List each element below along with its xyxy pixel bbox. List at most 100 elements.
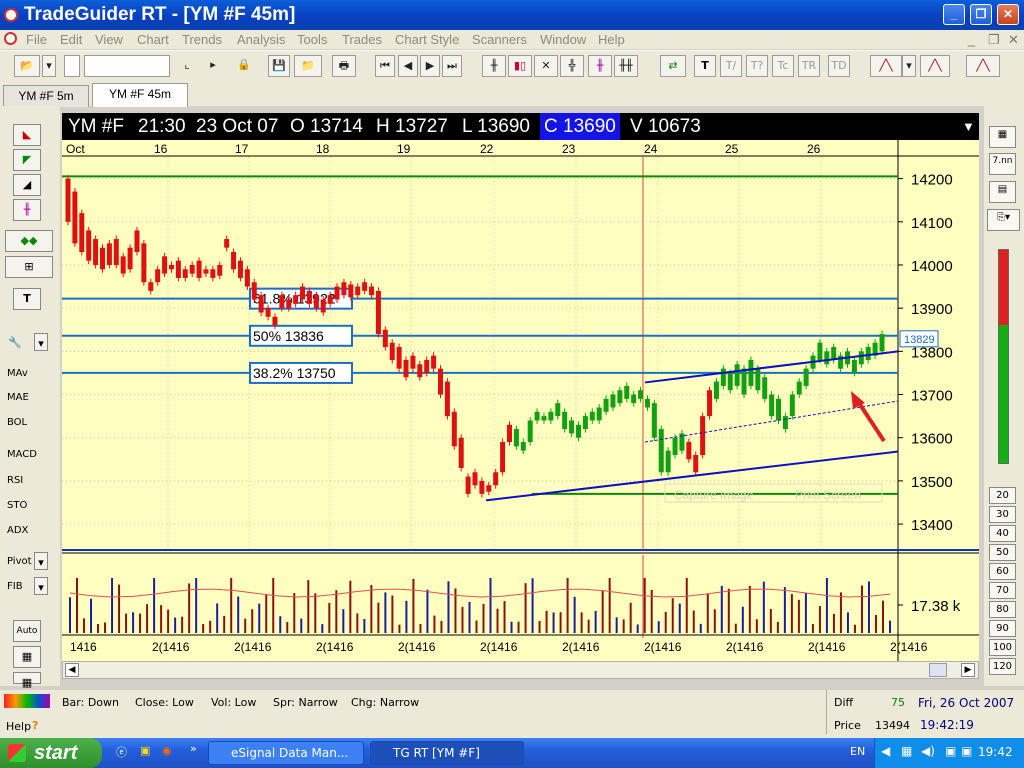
bars-30-button[interactable]: 30 — [989, 506, 1016, 523]
text-tool-4-icon[interactable]: Tc — [772, 55, 794, 77]
bars-50-button[interactable]: 50 — [989, 544, 1016, 561]
mdi-restore-icon[interactable]: ❐ — [988, 32, 1000, 48]
menu-trends[interactable]: Trends — [182, 32, 222, 47]
task-tgrt[interactable]: TG RT [YM #F] — [370, 741, 524, 765]
volume-bars-icon[interactable]: ╫╫ — [614, 55, 638, 77]
bar-chart-icon[interactable]: ╫ — [482, 55, 506, 77]
menu-view[interactable]: View — [95, 32, 123, 47]
text-tool-icon[interactable]: T — [13, 288, 41, 310]
draw-trend-dropdown-icon[interactable]: ▾ — [902, 55, 916, 77]
next-bar-icon[interactable]: ▶ — [420, 55, 440, 77]
tool-flat-icon[interactable]: ◢ — [13, 174, 41, 196]
prev-bar-icon[interactable]: ◀ — [398, 55, 418, 77]
horizontal-scrollbar[interactable]: ◀ ▶ — [62, 661, 979, 679]
menu-scanners[interactable]: Scanners — [472, 32, 527, 47]
page-icon[interactable]: ▤ — [989, 181, 1016, 203]
text-tool-6-icon[interactable]: TD — [828, 55, 850, 77]
open-icon[interactable]: 📂 — [14, 55, 40, 77]
chart-area[interactable]: Oct 16 17 18 19 22 23 24 25 26 14200 14100 14000 1390… — [62, 113, 979, 661]
ie-icon[interactable]: ⓔ — [116, 744, 127, 760]
export-icon[interactable]: 📁 — [294, 55, 322, 77]
auto-button[interactable]: Auto — [13, 620, 41, 642]
calculator-icon[interactable]: ▦ — [989, 126, 1016, 148]
mdi-minimize-icon[interactable]: _ — [968, 32, 975, 47]
indicator-rsi[interactable]: RSI — [7, 475, 23, 486]
app-icon[interactable] — [4, 8, 18, 22]
more-icon[interactable]: » — [190, 742, 197, 755]
menu-chart-style[interactable]: Chart Style — [395, 32, 459, 47]
language-indicator[interactable]: EN — [850, 745, 865, 758]
refresh-icon[interactable]: ⇄ — [660, 55, 686, 77]
point-figure-icon[interactable]: ✕ — [534, 55, 558, 77]
indicator-bars-icon[interactable]: ╫ — [588, 55, 612, 77]
info-dropdown-icon[interactable]: ▼ — [962, 113, 975, 140]
network-icon[interactable]: ▦ — [901, 744, 912, 758]
first-bar-icon[interactable]: ⏮ — [375, 55, 395, 77]
symbol-input[interactable] — [84, 55, 170, 77]
tab-ym-5m[interactable]: YM #F 5m — [3, 85, 89, 107]
indicator-icon[interactable]: 🔧 — [4, 333, 26, 355]
text-tool-2-icon[interactable]: T/ — [720, 55, 742, 77]
text-tool-5-icon[interactable]: TR — [798, 55, 820, 77]
maximize-icon[interactable]: ❐ — [970, 4, 992, 25]
tool-diamonds-icon[interactable]: ◆◆ — [5, 230, 53, 252]
grid-icon[interactable]: ▦ — [13, 646, 41, 668]
indicator-mae[interactable]: MAE — [7, 392, 29, 403]
start-button[interactable]: start — [0, 738, 102, 768]
text-tool-3-icon[interactable]: T? — [746, 55, 768, 77]
last-bar-icon[interactable]: ⏭ — [442, 55, 462, 77]
lock-icon[interactable]: 🔒 — [234, 55, 254, 77]
pivot-dropdown-icon[interactable]: ▾ — [34, 552, 48, 570]
tool-boxes-icon[interactable]: ⊞ — [5, 256, 53, 278]
menu-analysis[interactable]: Analysis — [237, 32, 285, 47]
menu-edit[interactable]: Edit — [60, 32, 82, 47]
draw-fib-icon[interactable]: ╱╲ — [966, 55, 1000, 77]
bars-100-button[interactable]: 100 — [989, 639, 1016, 656]
browser-icon[interactable]: ◉ — [162, 744, 172, 757]
print-icon[interactable]: 🖶 — [332, 55, 356, 77]
table-icon[interactable]: ▦ — [13, 672, 41, 689]
arrow-right-icon[interactable]: ▸ — [206, 55, 220, 77]
bars-60-button[interactable]: 60 — [989, 563, 1016, 580]
bars-120-button[interactable]: 120 — [989, 658, 1016, 675]
menu-trades[interactable]: Trades — [342, 32, 382, 47]
copy-icon[interactable]: ⎘▾ — [987, 209, 1020, 231]
tray-app-icon[interactable]: ▣ — [945, 744, 956, 758]
scale-button[interactable]: 7.nn — [989, 153, 1016, 175]
indicator-macd[interactable]: MACD — [7, 449, 37, 460]
corner-icon[interactable]: ⌞ — [180, 55, 194, 77]
document-icon[interactable] — [4, 32, 17, 45]
menu-file[interactable]: File — [26, 32, 47, 47]
draw-trend-icon[interactable]: ╱╲ — [870, 55, 902, 77]
tray-expand-icon[interactable]: ◀ — [881, 744, 890, 758]
tab-ym-45m[interactable]: YM #F 45m — [92, 83, 188, 107]
scroll-right-icon[interactable]: ▶ — [961, 663, 975, 677]
indicator-mav[interactable]: MAv — [7, 368, 28, 379]
draw-channel-icon[interactable]: ╱╲ — [920, 55, 950, 77]
bars-40-button[interactable]: 40 — [989, 525, 1016, 542]
scroll-left-icon[interactable]: ◀ — [65, 663, 79, 677]
indicator-adx[interactable]: ADX — [7, 525, 28, 536]
menu-tools[interactable]: Tools — [297, 32, 327, 47]
task-esignal[interactable]: eSignal Data Man... — [208, 741, 364, 765]
bars-70-button[interactable]: 70 — [989, 582, 1016, 599]
indicator-bol[interactable]: BOL — [7, 417, 27, 428]
tool-up-icon[interactable]: ◣ — [13, 124, 41, 146]
menu-help[interactable]: Help — [598, 32, 625, 47]
open-dropdown-icon[interactable]: ▾ — [42, 55, 56, 77]
checkbox-icon[interactable] — [64, 55, 80, 77]
bars-80-button[interactable]: 80 — [989, 601, 1016, 618]
fib-dropdown-icon[interactable]: ▾ — [34, 577, 48, 595]
bars-20-button[interactable]: 20 — [989, 487, 1016, 504]
help-label[interactable]: Help — [6, 720, 31, 733]
tool-down-icon[interactable]: ◤ — [13, 149, 41, 171]
line-chart-icon[interactable]: ╬ — [560, 55, 584, 77]
text-tool-icon[interactable]: T — [694, 55, 716, 77]
candle-chart-icon[interactable]: ▮▯ — [508, 55, 532, 77]
indicator-fib[interactable]: FIB — [7, 581, 23, 592]
indicator-pivot[interactable]: Pivot — [7, 556, 32, 567]
price-chart[interactable]: Oct 16 17 18 19 22 23 24 25 26 14200 14100 14000 1390… — [62, 113, 979, 661]
bars-90-button[interactable]: 90 — [989, 620, 1016, 637]
minimize-icon[interactable]: _ — [943, 4, 965, 25]
quicklaunch-icon[interactable]: ▣ — [140, 744, 150, 757]
